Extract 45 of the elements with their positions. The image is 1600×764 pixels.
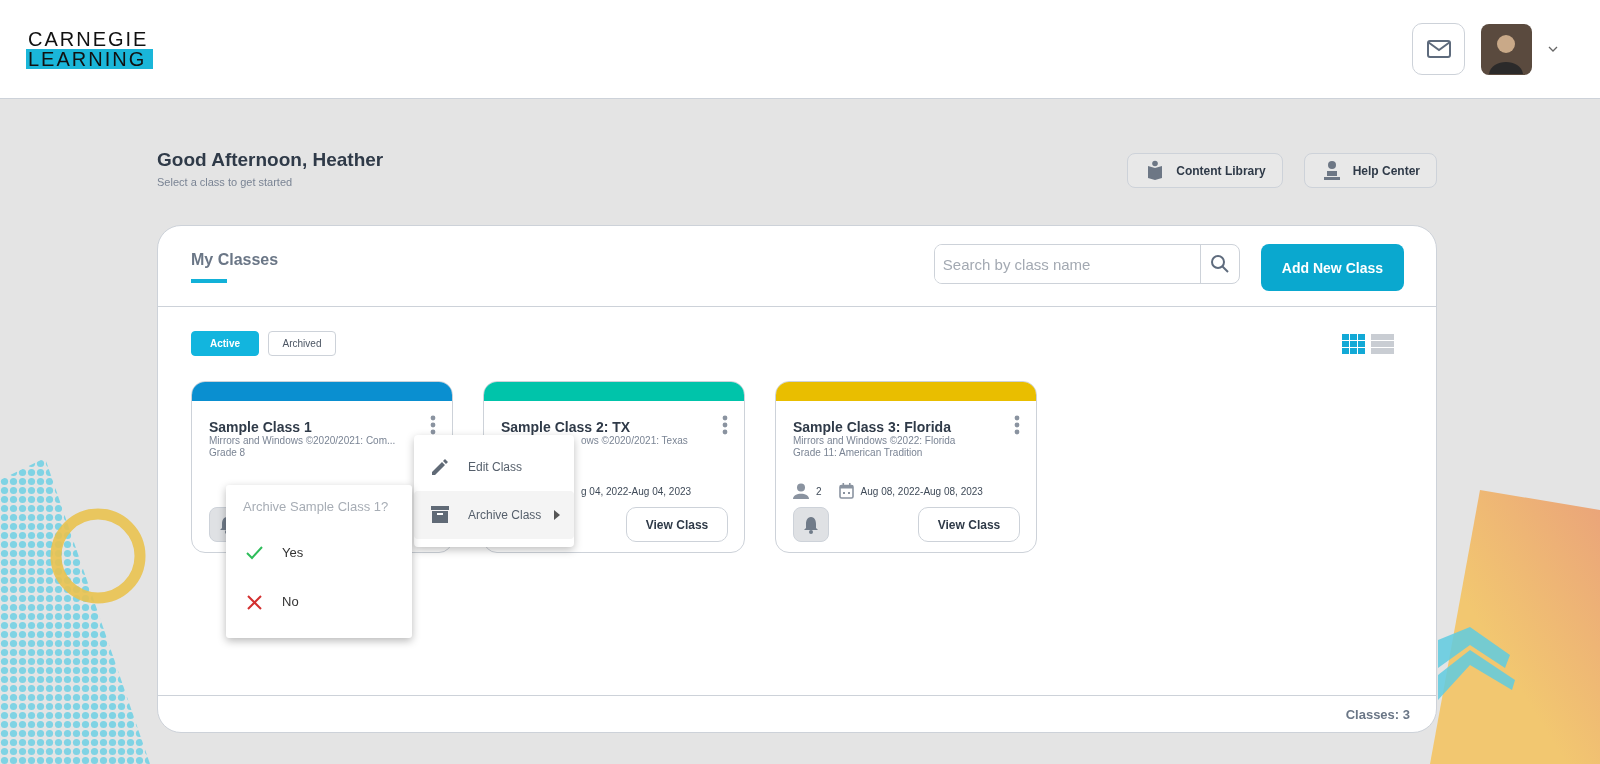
class-description: ows ©2020/2021: Texas (580, 435, 689, 447)
student-count: 2 (816, 485, 822, 497)
more-options-icon[interactable] (430, 415, 436, 435)
class-title: Sample Class 3: Florida (793, 419, 951, 435)
bell-icon (803, 515, 819, 534)
chevron-down-icon[interactable] (1548, 46, 1558, 52)
filter-tab[interactable]: Archived (268, 331, 336, 356)
greeting-subtitle: Select a class to get started (157, 176, 294, 188)
person-icon (793, 483, 809, 499)
class-description: Mirrors and Windows ©2022: Florida (793, 435, 957, 447)
more-options-icon[interactable] (1014, 415, 1020, 435)
archive-box-icon (430, 505, 450, 525)
notification-button[interactable] (793, 507, 829, 542)
menu-item[interactable]: Edit Class (414, 443, 574, 491)
calendar-icon (838, 483, 854, 499)
class-description: Mirrors and Windows ©2020/2021: Com... (209, 435, 397, 447)
search-field[interactable]: Search by class name (933, 244, 1240, 284)
class-dates: g 04, 2022-Aug 04, 2023 (581, 485, 692, 497)
help-center-button[interactable]: Help Center (1303, 153, 1437, 188)
logo: CARNEGIE LEARNING (26, 29, 153, 69)
greeting-title: Good Afternoon, Heather (157, 149, 384, 171)
bell-figure-icon (1322, 160, 1341, 181)
mail-button[interactable] (1412, 23, 1465, 75)
content-library-button[interactable]: Content Library (1127, 153, 1283, 188)
class-description: Grade 11: American Tradition (793, 447, 924, 459)
class-description: Grade 8 (209, 447, 247, 459)
book-reader-icon (1146, 160, 1165, 181)
menu-item[interactable]: Archive Class (414, 491, 574, 539)
pencil-icon (430, 457, 450, 477)
grid-view-icon[interactable] (1342, 333, 1365, 354)
avatar[interactable] (1481, 23, 1532, 75)
class-title: Sample Class 1 (209, 419, 312, 435)
more-options-icon[interactable] (722, 415, 728, 435)
confirm-title: Archive Sample Class 1? (242, 499, 390, 516)
class-title: Sample Class 2: TX (501, 419, 631, 435)
classes-count: Classes: 3 (1345, 706, 1410, 722)
cross-icon (246, 593, 263, 610)
envelope-icon (1426, 40, 1451, 58)
check-icon (246, 544, 263, 561)
view-class-button[interactable]: View Class (918, 507, 1020, 542)
my-classes-tab[interactable]: My Classes (191, 251, 279, 283)
class-dates: Aug 08, 2022-Aug 08, 2023 (860, 485, 983, 497)
confirm-option[interactable]: No (226, 577, 412, 626)
view-class-button[interactable]: View Class (626, 507, 728, 542)
confirm-option[interactable]: Yes (226, 528, 412, 577)
